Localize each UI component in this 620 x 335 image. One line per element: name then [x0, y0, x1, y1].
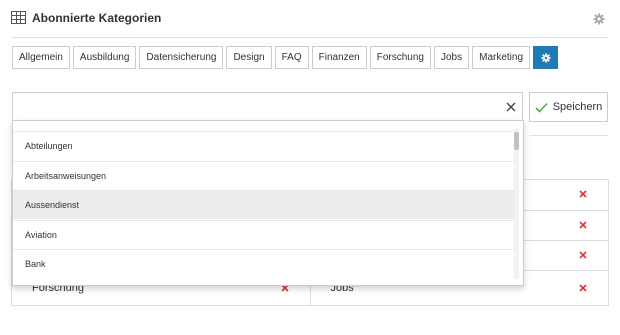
tab-jobs[interactable]: Jobs — [434, 46, 470, 69]
tab-allgemein[interactable]: Allgemein — [12, 46, 70, 69]
remove-x-icon[interactable] — [578, 189, 588, 199]
dropdown-option-highlighted[interactable]: Aussendienst — [13, 190, 514, 219]
tab-design[interactable]: Design — [226, 46, 272, 69]
page-title: Abonnierte Kategorien — [32, 11, 162, 25]
tab-ausbildung[interactable]: Ausbildung — [72, 46, 137, 69]
gear-icon — [540, 52, 551, 63]
divider — [529, 135, 608, 136]
dropdown-option[interactable]: Bank — [13, 249, 514, 278]
panel-header: Abonnierte Kategorien — [11, 8, 609, 38]
tab-finanzen[interactable]: Finanzen — [311, 46, 367, 69]
remove-x-icon[interactable] — [578, 250, 588, 260]
dropdown-scrollbar[interactable] — [514, 129, 519, 279]
category-dropdown: Abteilungen Arbeitsanweisungen Aussendie… — [12, 120, 524, 286]
category-search-input[interactable] — [12, 92, 523, 122]
check-icon — [535, 102, 548, 113]
dropdown-option[interactable]: Aviation — [13, 220, 514, 249]
tab-forschung[interactable]: Forschung — [369, 46, 431, 69]
scrollbar-thumb[interactable] — [514, 132, 519, 150]
save-button-label: Speichern — [552, 101, 603, 113]
tab-marketing[interactable]: Marketing — [472, 46, 531, 69]
tab-faq[interactable]: FAQ — [274, 46, 309, 69]
header-divider — [11, 37, 609, 38]
gear-icon[interactable] — [593, 13, 605, 25]
category-tabs: Allgemein Ausbildung Datensicherung Desi… — [12, 46, 559, 69]
dropdown-option[interactable]: Abteilungen — [13, 131, 514, 160]
save-button[interactable]: Speichern — [529, 92, 608, 122]
dropdown-option[interactable]: Arbeitsanweisungen — [13, 161, 514, 190]
tab-datensicherung[interactable]: Datensicherung — [139, 46, 224, 69]
remove-x-icon[interactable] — [578, 283, 588, 293]
tab-settings[interactable] — [533, 46, 559, 69]
table-grid-icon — [11, 11, 26, 24]
remove-x-icon[interactable] — [578, 220, 588, 230]
close-icon[interactable] — [505, 101, 517, 113]
